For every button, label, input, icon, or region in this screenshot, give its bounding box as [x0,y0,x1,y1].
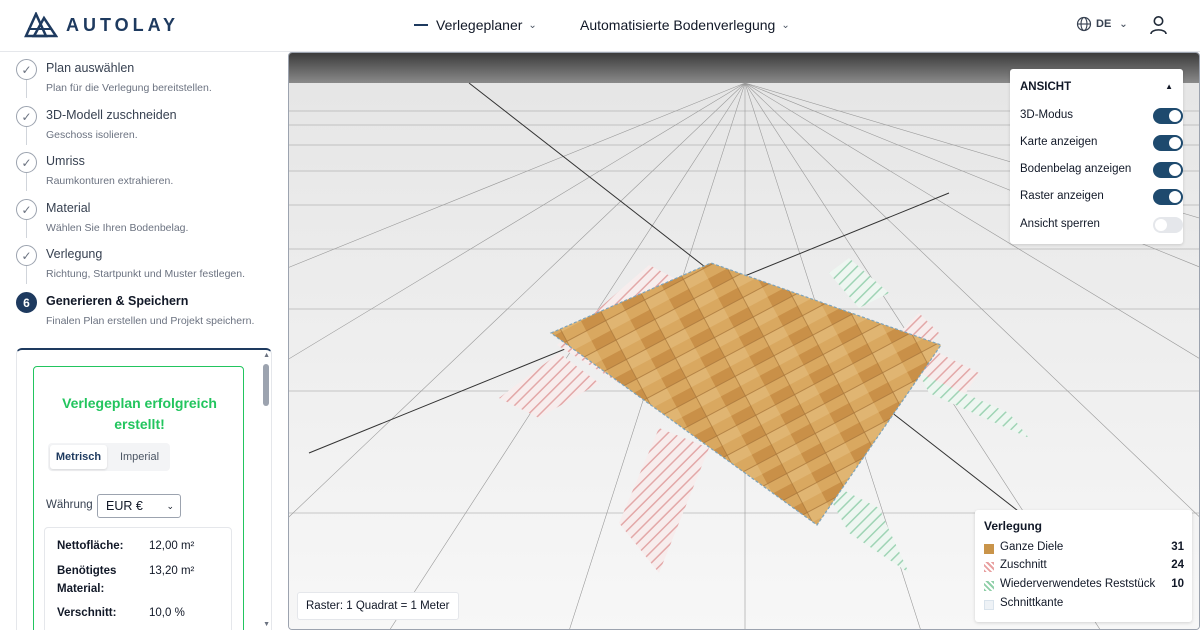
check-icon: ✓ [16,59,37,80]
check-icon: ✓ [16,106,37,127]
step-3d-modell[interactable]: ✓ 3D-Modell zuschneiden Geschoss isolier… [16,99,276,145]
legend-label: Wiederverwendetes Reststück [1000,578,1156,590]
legend-title: Verlegung [984,519,1043,533]
autolay-logo-icon [24,12,58,38]
toggle-label: Karte anzeigen [1020,136,1098,148]
material-stats: Nettofläche: 12,00 m² Benötigtes Materia… [44,527,232,630]
step-title: 3D-Modell zuschneiden [46,108,177,122]
toggle-raster-anzeigen[interactable] [1153,189,1183,205]
check-icon: ✓ [16,199,37,220]
step-title: Plan auswählen [46,61,135,75]
toggle-row-sperren[interactable]: Ansicht sperren [1020,215,1183,235]
view-panel-title: ANSICHT [1020,81,1072,93]
legend-item: Wiederverwendetes Reststück 10 [984,577,1184,595]
toggle-label: Bodenbelag anzeigen [1020,163,1132,175]
unit-imperial-button[interactable]: Imperial [111,445,168,469]
cut-edge-swatch-icon [984,600,994,610]
chevron-down-icon: ⌄ [166,501,174,511]
check-icon: ✓ [16,245,37,266]
chevron-down-icon: ⌄ [1119,18,1128,30]
cut-piece-swatch-icon [984,562,994,572]
currency-value: EUR € [106,499,143,513]
success-message: Verlegeplan erfolgreich erstellt! [34,393,245,435]
language-selector[interactable]: DE ⌄ [1076,16,1128,32]
toggle-bodenbelag-anzeigen[interactable] [1153,162,1183,178]
scrollbar-thumb[interactable] [263,364,269,406]
stat-label: Verschnitt: [57,607,117,619]
scroll-down-arrow-icon[interactable]: ▼ [263,621,270,628]
legend-item: Zuschnitt 24 [984,558,1184,576]
whole-plank-swatch-icon [984,544,994,554]
check-icon: ✓ [16,152,37,173]
toggle-karte-anzeigen[interactable] [1153,135,1183,151]
step-generieren-speichern[interactable]: 6 Generieren & Speichern Finalen Plan er… [16,285,276,331]
top-header: AUTOLAY Verlegeplaner ⌄ Automatisierte B… [0,0,1200,52]
stat-label: Nettofläche: [57,540,124,552]
legend-count: 10 [1171,578,1184,590]
toggle-row-3d-modus[interactable]: 3D-Modus [1020,106,1183,126]
step-umriss[interactable]: ✓ Umriss Raumkonturen extrahieren. [16,145,276,191]
legend-count: 31 [1171,541,1184,553]
nav-automatisierte-bodenverlegung[interactable]: Automatisierte Bodenverlegung ⌄ [580,17,790,33]
step-title: Umriss [46,154,85,168]
chevron-down-icon: ⌄ [781,19,790,31]
step-description: Wählen Sie Ihren Bodenbelag. [46,222,189,234]
nav-verlegeplaner-label: Verlegeplaner [436,17,523,33]
toggle-label: 3D-Modus [1020,109,1074,121]
nav-auto-label: Automatisierte Bodenverlegung [580,17,776,33]
currency-select[interactable]: EUR € ⌄ [97,494,181,518]
logo[interactable]: AUTOLAY [24,12,179,38]
toggle-label: Raster anzeigen [1020,190,1104,202]
toggle-row-raster[interactable]: Raster anzeigen [1020,187,1183,207]
toggle-3d-modus[interactable] [1153,108,1183,124]
step-title: Material [46,201,91,215]
toggle-row-karte[interactable]: Karte anzeigen [1020,133,1183,153]
step-title: Generieren & Speichern [46,294,189,308]
layout-legend: Verlegung Ganze Diele 31 Zuschnitt 24 Wi… [975,510,1192,622]
reused-piece-swatch-icon [984,581,994,591]
toggle-row-bodenbelag[interactable]: Bodenbelag anzeigen [1020,160,1183,180]
logo-text: AUTOLAY [66,14,180,35]
scroll-up-arrow-icon[interactable]: ▲ [263,352,270,359]
legend-count: 24 [1171,559,1184,571]
step-description: Geschoss isolieren. [46,129,138,141]
collapse-caret-icon[interactable]: ▲ [1165,82,1173,91]
view-settings-panel: ANSICHT ▲ 3D-Modus Karte anzeigen Bodenb… [1010,69,1183,244]
active-indicator [414,24,428,26]
step-description: Raumkonturen extrahieren. [46,175,174,187]
unit-metric-button[interactable]: Metrisch [50,445,107,469]
legend-item: Schnittkante [984,596,1184,614]
chevron-down-icon: ⌄ [528,19,537,31]
legend-label: Zuschnitt [1000,559,1047,571]
success-line-1: Verlegeplan erfolgreich [62,395,217,411]
toggle-ansicht-sperren[interactable] [1153,217,1183,233]
result-panel: ▲ ▼ Verlegeplan erfolgreich erstellt! Me… [16,348,272,630]
step-verlegung[interactable]: ✓ Verlegung Richtung, Startpunkt und Mus… [16,238,276,284]
success-card: Verlegeplan erfolgreich erstellt! Metris… [33,366,244,630]
stat-value: 10,0 % [149,607,185,619]
step-number-badge: 6 [16,292,37,313]
step-description: Richtung, Startpunkt und Muster festlege… [46,268,246,280]
legend-item: Ganze Diele 31 [984,540,1184,558]
toggle-label: Ansicht sperren [1020,218,1100,230]
step-plan-auswaehlen[interactable]: ✓ Plan auswählen Plan für die Verlegung … [16,52,276,98]
user-icon [1150,16,1167,35]
stat-label: Benötigtes Material: [57,565,117,595]
success-line-2: erstellt! [114,416,165,432]
user-account-button[interactable] [1149,15,1168,40]
step-description: Finalen Plan erstellen und Projekt speic… [46,315,255,327]
legend-label: Schnittkante [1000,597,1064,609]
language-code: DE [1096,18,1112,30]
currency-label: Währung [46,499,93,511]
legend-label: Ganze Diele [1000,541,1064,553]
unit-switch: Metrisch Imperial [48,443,170,471]
stat-value: 13,20 m² [149,565,195,577]
stat-value: 12,00 m² [149,540,195,552]
step-material[interactable]: ✓ Material Wählen Sie Ihren Bodenbelag. [16,192,276,238]
nav-verlegeplaner[interactable]: Verlegeplaner ⌄ [414,17,537,33]
step-description: Plan für die Verlegung bereitstellen. [46,82,212,94]
globe-icon [1076,16,1092,32]
raster-scale-label: Raster: 1 Quadrat = 1 Meter [297,592,459,620]
step-title: Verlegung [46,247,103,261]
